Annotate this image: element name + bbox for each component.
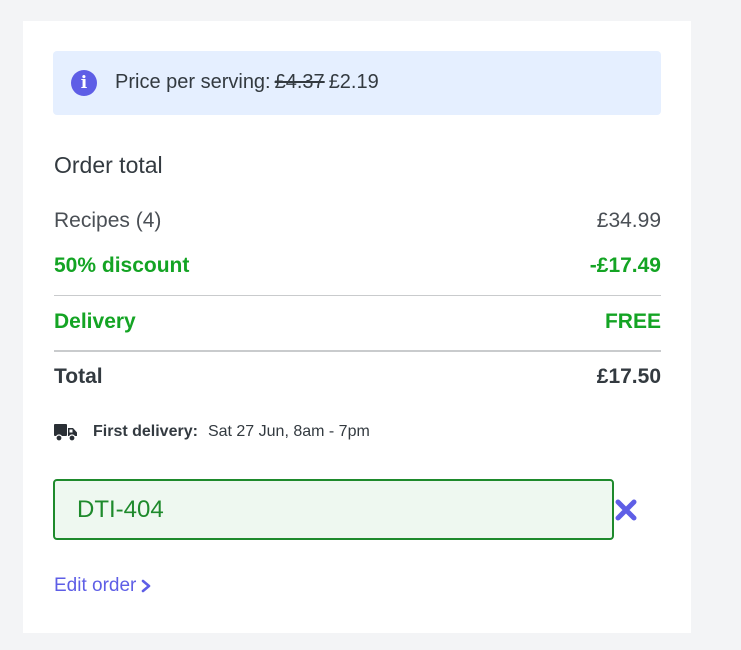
first-delivery-info: First delivery: Sat 27 Jun, 8am - 7pm: [54, 422, 370, 442]
info-icon: i: [71, 70, 97, 96]
delivery-label: Delivery: [54, 310, 136, 333]
total-label: Total: [54, 365, 103, 388]
recipes-value: £34.99: [596, 209, 661, 232]
delivery-value: FREE: [604, 310, 661, 333]
order-summary-card: i Price per serving: £4.37 £2.19 Order tot…: [23, 21, 691, 633]
discount-row: 50% discount -£17.49: [54, 254, 661, 278]
edit-order-label: Edit order: [54, 575, 137, 596]
close-icon[interactable]: [614, 498, 638, 522]
price-per-serving-label: Price per serving:: [115, 71, 271, 93]
recipes-row: Recipes (4) £34.99: [54, 209, 661, 233]
recipes-label: Recipes (4): [54, 209, 162, 232]
promo-code-input[interactable]: [53, 479, 614, 540]
discount-value: -£17.49: [589, 254, 661, 277]
total-row: Total £17.50: [54, 365, 661, 389]
price-per-serving-text: Price per serving: £4.37 £2.19: [115, 71, 379, 94]
total-value: £17.50: [596, 365, 661, 388]
truck-icon: [54, 424, 77, 442]
price-per-serving-banner: i Price per serving: £4.37 £2.19: [53, 51, 661, 115]
delivery-row: Delivery FREE: [54, 310, 661, 334]
new-price: £2.19: [328, 71, 379, 93]
chevron-right-icon: [142, 579, 151, 593]
first-delivery-label: First delivery:: [93, 423, 198, 440]
old-price: £4.37: [274, 71, 325, 93]
order-total-title: Order total: [54, 152, 163, 178]
divider: [54, 350, 661, 352]
divider: [54, 295, 661, 296]
first-delivery-value: Sat 27 Jun, 8am - 7pm: [207, 423, 370, 440]
discount-label: 50% discount: [54, 254, 190, 277]
edit-order-link[interactable]: Edit order: [54, 575, 152, 597]
